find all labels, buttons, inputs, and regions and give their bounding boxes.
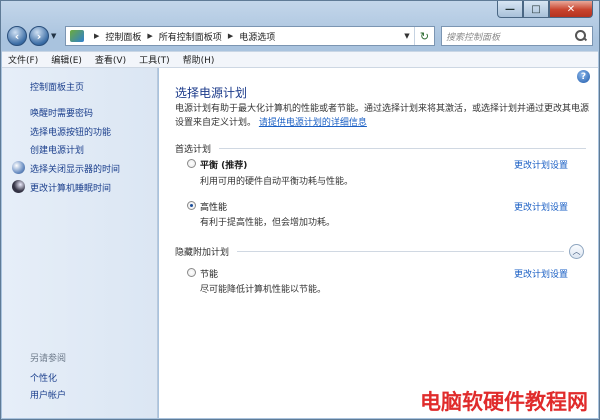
plan-details-link[interactable]: 请提供电源计划的详细信息 [259,118,367,128]
menu-bar: 文件(F) 编辑(E) 查看(V) 工具(T) 帮助(H) [2,51,598,68]
back-button[interactable]: ‹ [7,26,27,46]
close-button[interactable]: ✕ [549,1,593,18]
hidden-plans-header: 隐藏附加计划 [175,245,564,258]
watermark-text: 电脑软硬件教程网 [420,390,588,414]
menu-view[interactable]: 查看(V) [95,53,126,66]
breadcrumb-control-panel[interactable]: 控制面板 [105,30,141,43]
main-content: ? 选择电源计划 电源计划有助于最大化计算机的性能或者节能。通过选择计划来将其激… [159,68,598,418]
caption-buttons: — □ ✕ [497,1,593,18]
address-dropdown-icon[interactable]: ▼ [400,27,414,45]
moon-icon [12,180,25,193]
page-description: 电源计划有助于最大化计算机的性能或者节能。通过选择计划来将其激活，或选择计划并通… [175,102,589,130]
hidden-plans-label: 隐藏附加计划 [175,247,230,258]
plan-name-power-saver[interactable]: 节能 [200,267,218,280]
minimize-button[interactable]: — [497,1,523,18]
maximize-button[interactable]: □ [523,1,549,18]
chevron-right-icon[interactable]: ▶ [147,32,152,40]
plan-name-high-performance[interactable]: 高性能 [200,200,227,213]
refresh-icon[interactable]: ↻ [414,27,434,45]
see-also-heading: 另请参阅 [30,354,67,364]
change-plan-settings-power-saver[interactable]: 更改计划设置 [514,267,568,280]
search-input[interactable]: 搜索控制面板 [441,26,593,46]
back-arrow-icon: ‹ [14,29,20,43]
breadcrumb-all-items[interactable]: 所有控制面板项 [159,30,222,43]
sidebar-item-display-off[interactable]: 选择关闭显示器的时间 [30,162,120,175]
address-bar[interactable]: ▶ 控制面板 ▶ 所有控制面板项 ▶ 电源选项 ▼ ↻ [65,26,435,46]
forward-arrow-icon: › [36,29,42,43]
control-panel-icon [70,30,84,42]
address-controls: ▼ ↻ [400,27,434,45]
plan-radio-power-saver[interactable] [187,268,196,277]
plan-desc-balanced: 利用可用的硬件自动平衡功耗与性能。 [200,177,354,187]
sidebar-item-personalization[interactable]: 个性化 [30,371,57,384]
menu-tools[interactable]: 工具(T) [139,53,170,66]
sidebar: 控制面板主页 唤醒时需要密码 选择电源按钮的功能 创建电源计划 选择关闭显示器的… [2,68,158,418]
collapse-chevron-icon[interactable]: ︿ [569,244,584,259]
preferred-plans-header: 首选计划 [175,142,586,155]
menu-edit[interactable]: 编辑(E) [51,53,82,66]
sidebar-home-link[interactable]: 控制面板主页 [30,80,84,93]
sidebar-item-user-accounts[interactable]: 用户帐户 [30,388,66,401]
menu-help[interactable]: 帮助(H) [183,53,215,66]
address-row: ‹ › ▼ ▶ 控制面板 ▶ 所有控制面板项 ▶ 电源选项 ▼ ↻ 搜索控制面板 [7,23,593,49]
plan-radio-high-performance[interactable] [187,201,196,210]
breadcrumb-power-options[interactable]: 电源选项 [239,30,275,43]
recent-pages-dropdown[interactable]: ▼ [51,32,61,40]
sidebar-item-power-buttons[interactable]: 选择电源按钮的功能 [30,125,111,138]
menu-file[interactable]: 文件(F) [8,53,38,66]
change-plan-settings-high-performance[interactable]: 更改计划设置 [514,200,568,213]
search-placeholder: 搜索控制面板 [446,32,501,43]
plan-name-balanced[interactable]: 平衡 (推荐) [200,158,247,171]
sidebar-item-wake-password[interactable]: 唤醒时需要密码 [30,106,93,119]
search-icon[interactable] [574,29,588,43]
control-panel-window: — □ ✕ ‹ › ▼ ▶ 控制面板 ▶ 所有控制面板项 ▶ 电源选项 ▼ ↻ … [0,0,600,420]
chevron-right-icon[interactable]: ▶ [228,32,233,40]
page-title: 选择电源计划 [175,86,248,100]
description-text: 电源计划有助于最大化计算机的性能或者节能。通过选择计划来将其激活，或选择计划并通… [175,104,590,128]
sidebar-item-sleep-time[interactable]: 更改计算机睡眠时间 [30,181,111,194]
chevron-right-icon[interactable]: ▶ [94,32,99,40]
display-icon [12,161,25,174]
plan-desc-power-saver: 尽可能降低计算机性能以节能。 [200,285,327,295]
plan-desc-high-performance: 有利于提高性能，但会增加功耗。 [200,218,336,228]
change-plan-settings-balanced[interactable]: 更改计划设置 [514,158,568,171]
sidebar-item-create-plan[interactable]: 创建电源计划 [30,143,84,156]
help-icon[interactable]: ? [577,70,590,83]
plan-radio-balanced[interactable] [187,159,196,168]
forward-button[interactable]: › [29,26,49,46]
preferred-plans-label: 首选计划 [175,144,212,155]
